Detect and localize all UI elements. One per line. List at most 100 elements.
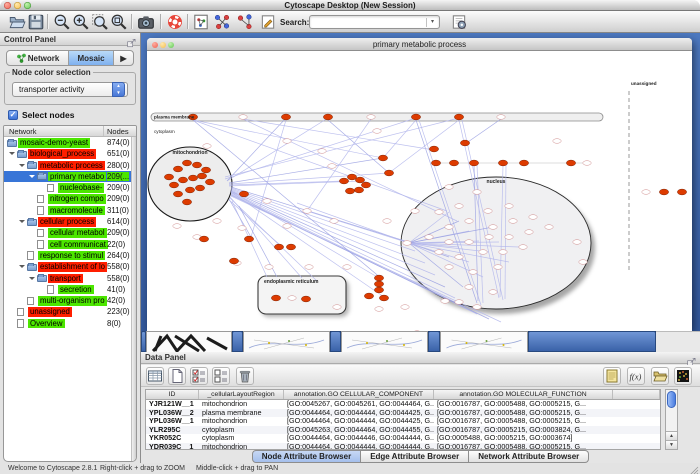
- network-edge[interactable]: [328, 120, 389, 173]
- table-cell[interactable]: [GO:0045263, GO:0044464, GO:0044455, G..…: [284, 426, 434, 435]
- tab-network[interactable]: Network: [7, 51, 69, 65]
- scroll-up-icon[interactable]: ▲: [666, 431, 677, 440]
- network-node[interactable]: [384, 170, 393, 176]
- tab-node-attribute-browser[interactable]: Node Attribute Browser: [252, 450, 362, 463]
- attribute-table[interactable]: ID_cellularLayoutRegionannotation.GO CEL…: [145, 389, 661, 450]
- network-node[interactable]: [469, 160, 478, 166]
- node-label-pill[interactable]: [642, 190, 650, 195]
- node-label-pill[interactable]: [499, 250, 507, 255]
- annotation-icon[interactable]: [259, 13, 277, 31]
- tree-row-label[interactable]: cellular metabol: [48, 228, 107, 238]
- zoom-selected-icon[interactable]: [91, 13, 109, 31]
- select-nodes-checkbox[interactable]: ✓: [8, 110, 18, 120]
- expander-icon[interactable]: [19, 164, 25, 170]
- network-node[interactable]: [201, 167, 210, 173]
- layout-a-icon[interactable]: [213, 13, 231, 31]
- node-label-pill[interactable]: [283, 224, 291, 229]
- save-icon[interactable]: [27, 13, 45, 31]
- zoom-fit-icon[interactable]: [110, 13, 128, 31]
- table-row[interactable]: YDR039C__1mitochondrion[GO:0044464, GO:0…: [146, 443, 660, 451]
- node-label-pill[interactable]: [401, 305, 409, 310]
- node-label-pill[interactable]: [265, 265, 273, 270]
- node-label-pill[interactable]: [465, 285, 473, 290]
- minimized-windows-strip[interactable]: [141, 331, 700, 352]
- network-edge[interactable]: [231, 191, 379, 278]
- expander-icon[interactable]: [29, 277, 35, 283]
- network-node[interactable]: [274, 244, 283, 250]
- network-node[interactable]: [354, 187, 363, 193]
- tree-header[interactable]: Network Nodes: [4, 126, 136, 137]
- network-node[interactable]: [374, 281, 383, 287]
- network-edge[interactable]: [465, 119, 501, 144]
- scroll-down-icon[interactable]: ▼: [666, 440, 677, 449]
- tree-row[interactable]: cellular metabol209(0): [4, 227, 136, 238]
- tab-edge-attribute-browser[interactable]: Edge Attribute Browser: [361, 450, 469, 463]
- network-node[interactable]: [185, 187, 194, 193]
- node-label-pill[interactable]: [445, 225, 453, 230]
- node-label-pill[interactable]: [489, 290, 497, 295]
- close-icon[interactable]: [152, 42, 158, 48]
- tree-row[interactable]: transport558(0): [4, 273, 136, 284]
- tree-row[interactable]: primary metabo209(...: [4, 171, 136, 182]
- network-node[interactable]: [195, 185, 204, 191]
- network-node[interactable]: [364, 293, 373, 299]
- node-label-pill[interactable]: [435, 210, 443, 215]
- table-cell[interactable]: [GO:0044464, GO:0044446, GO:0044444, G..…: [284, 434, 434, 443]
- expander-icon[interactable]: [19, 265, 25, 271]
- expander-icon[interactable]: [29, 175, 35, 181]
- network-node[interactable]: [449, 160, 458, 166]
- minimized-window-dark[interactable]: [146, 331, 232, 352]
- node-label-pill[interactable]: [373, 129, 381, 134]
- resize-grip[interactable]: [689, 463, 699, 473]
- network-node[interactable]: [566, 160, 575, 166]
- tree-row[interactable]: metabolic process280(0): [4, 160, 136, 171]
- tree-row-label[interactable]: nitrogen compo: [48, 194, 106, 204]
- network-node[interactable]: [659, 189, 668, 195]
- network-node[interactable]: [173, 191, 182, 197]
- network-node[interactable]: [374, 275, 383, 281]
- node-label-pill[interactable]: [238, 226, 246, 231]
- node-label-pill[interactable]: [328, 164, 336, 169]
- network-node[interactable]: [164, 174, 173, 180]
- network-node[interactable]: [345, 188, 354, 194]
- node-label-pill[interactable]: [505, 235, 513, 240]
- table-cell[interactable]: [GO:0005488, GO:0005215, GO:0003674]: [434, 434, 613, 443]
- node-label-pill[interactable]: [288, 296, 296, 301]
- node-label-pill[interactable]: [333, 305, 341, 310]
- minimized-window-net[interactable]: [440, 331, 528, 352]
- network-node[interactable]: [182, 160, 191, 166]
- node-label-pill[interactable]: [489, 225, 497, 230]
- tree-row[interactable]: biological_process651(0): [4, 148, 136, 159]
- float-panel-icon[interactable]: [687, 354, 697, 364]
- node-label-pill[interactable]: [343, 265, 351, 270]
- tree-row[interactable]: nucleobase-209(0): [4, 182, 136, 193]
- tree-col-network[interactable]: Network: [9, 127, 37, 136]
- node-label-pill[interactable]: [484, 209, 492, 214]
- network-node[interactable]: [229, 258, 238, 264]
- network-canvas[interactable]: plasma membranecytoplasmmitochondrionnuc…: [147, 51, 692, 331]
- node-label-pill[interactable]: [445, 240, 453, 245]
- network-node[interactable]: [460, 140, 469, 146]
- node-label-pill[interactable]: [583, 161, 591, 166]
- network-node[interactable]: [429, 146, 438, 152]
- column-header[interactable]: [613, 390, 660, 399]
- column-header[interactable]: ID: [146, 390, 199, 399]
- tree-row[interactable]: nitrogen compo209(0): [4, 193, 136, 204]
- node-label-pill[interactable]: [494, 265, 502, 270]
- network-node[interactable]: [197, 173, 206, 179]
- table-cell[interactable]: [GO:0016787, GO:0005488, GO:0005215, G..…: [434, 417, 613, 426]
- node-label-pill[interactable]: [529, 215, 537, 220]
- search-input[interactable]: ▾: [309, 15, 440, 29]
- network-node[interactable]: [271, 295, 280, 301]
- minimize-icon[interactable]: [160, 42, 166, 48]
- table-cell[interactable]: [GO:0016787, GO:0005488, GO:0005215, G..…: [434, 409, 613, 418]
- network-node[interactable]: [519, 160, 528, 166]
- layout-b-icon[interactable]: [236, 13, 254, 31]
- search-options-icon[interactable]: [450, 13, 468, 31]
- node-label-pill[interactable]: [455, 255, 463, 260]
- tree-col-nodes[interactable]: Nodes: [107, 127, 129, 136]
- tree-row[interactable]: cellular process614(0): [4, 216, 136, 227]
- network-node[interactable]: [188, 175, 197, 181]
- node-label-pill[interactable]: [411, 209, 419, 214]
- tree-row[interactable]: secretion41(0): [4, 284, 136, 295]
